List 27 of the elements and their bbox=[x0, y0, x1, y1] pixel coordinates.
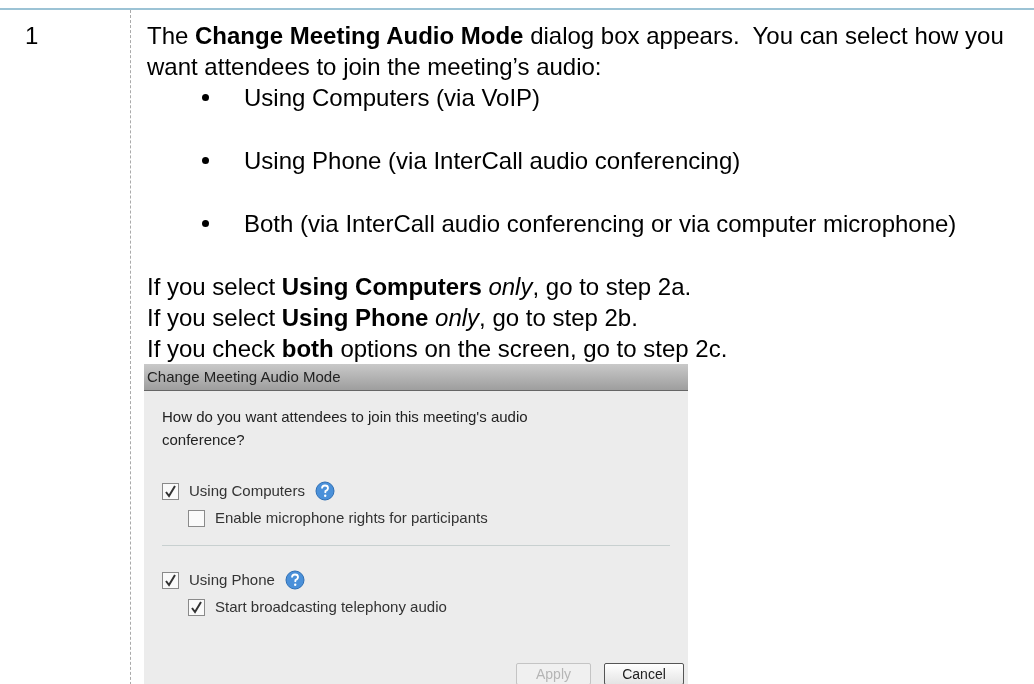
checkbox[interactable] bbox=[162, 482, 179, 500]
option-label: Using Computers bbox=[189, 480, 305, 501]
check-icon bbox=[164, 484, 177, 498]
bullet-text: Both (via InterCall audio conferencing or via computer microphone) bbox=[244, 209, 957, 239]
check-icon bbox=[164, 573, 177, 587]
step-number: 1 bbox=[25, 22, 39, 49]
bullet-text: Using Phone (via InterCall audio conferencing) bbox=[244, 146, 741, 176]
dialog-button[interactable]: Cancel bbox=[604, 663, 684, 684]
option-label: Using Phone bbox=[189, 569, 275, 590]
help-icon[interactable] bbox=[314, 481, 335, 501]
bullet-icon bbox=[202, 94, 209, 101]
checkbox[interactable] bbox=[162, 571, 179, 589]
bullet-icon bbox=[202, 220, 209, 227]
instruction-line: If you check both options on the screen, go to step 2c. bbox=[147, 334, 729, 364]
checkbox[interactable] bbox=[188, 509, 205, 527]
instruction-line: If you select Using Phone only, go to step 2b. bbox=[147, 303, 639, 333]
bullet-text: Using Computers (via VoIP) bbox=[244, 83, 541, 113]
intro-paragraph: The Change Meeting Audio Mode dialog box appears. You can select how you want attendees to join the meeting’s audio: bbox=[147, 21, 1005, 82]
instruction-line: If you select Using Computers only, go to step 2a. bbox=[147, 272, 693, 302]
option-label: Enable microphone rights for participants bbox=[215, 507, 488, 528]
check-icon bbox=[190, 600, 203, 614]
option-label: Start broadcasting telephony audio bbox=[215, 596, 447, 617]
dialog-title: Change Meeting Audio Mode bbox=[144, 364, 688, 391]
checkbox[interactable] bbox=[188, 598, 205, 616]
help-icon[interactable] bbox=[284, 570, 305, 590]
bullet-icon bbox=[202, 157, 209, 164]
dialog-question: How do you want attendees to join this meeting's audio conference? bbox=[162, 407, 529, 450]
